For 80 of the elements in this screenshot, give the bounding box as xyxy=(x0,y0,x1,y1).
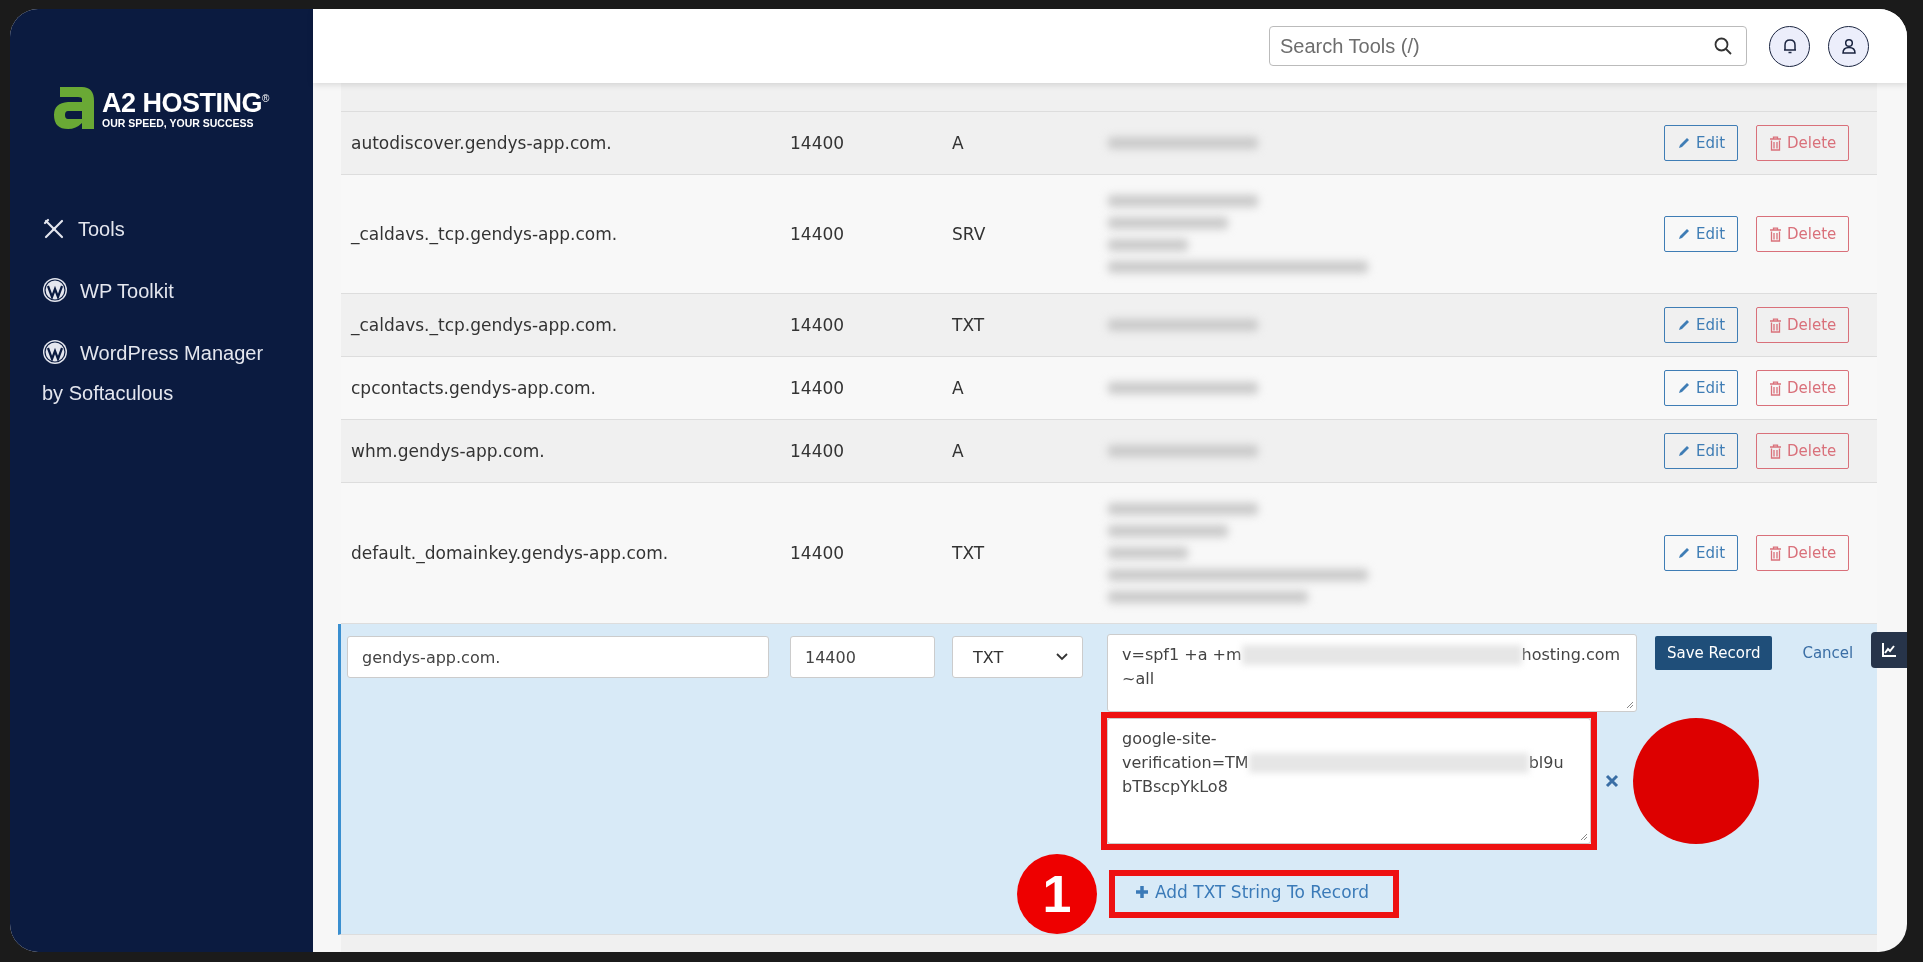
pencil-icon xyxy=(1677,136,1691,150)
resize-grip-icon xyxy=(1578,831,1588,841)
wordpress-icon xyxy=(42,339,68,365)
search-icon xyxy=(1713,36,1733,56)
txt-string-textarea[interactable]: google-site- verification=TM bl9u bTBscpYkLo8 xyxy=(1107,718,1591,844)
trash-icon xyxy=(1769,545,1783,561)
edit-button[interactable]: Edit xyxy=(1664,307,1739,343)
account-button[interactable] xyxy=(1828,25,1869,67)
delete-button[interactable]: Delete xyxy=(1756,535,1850,571)
pencil-icon xyxy=(1677,444,1691,458)
edit-button[interactable]: Edit xyxy=(1664,370,1739,406)
delete-button[interactable]: Delete xyxy=(1756,125,1850,161)
remove-string-button[interactable] xyxy=(1605,774,1619,788)
table-cell-text: A xyxy=(952,132,965,155)
textarea-text: verification=TM xyxy=(1122,752,1249,774)
table-cell-text: _caldavs._tcp.gendys-app.com. xyxy=(349,223,619,247)
textarea-text: google-site- xyxy=(1122,728,1217,750)
edit-button[interactable]: Edit xyxy=(1664,216,1739,252)
delete-button[interactable]: Delete xyxy=(1756,433,1850,469)
add-txt-string-link[interactable]: Add TXT String To Record xyxy=(1135,882,1369,902)
table-cell-text: 14400 xyxy=(790,223,846,246)
table-cell-text: 14400 xyxy=(790,377,846,400)
wordpress-icon xyxy=(42,277,68,303)
logo-text: A2 HOSTING$^{®}$ xyxy=(102,87,269,117)
step-marker: 1 xyxy=(1017,854,1097,934)
table-cell-text: 14400 xyxy=(790,542,846,565)
table-cell-text: TXT xyxy=(952,314,986,337)
pencil-icon xyxy=(1677,318,1691,332)
txt-string-textarea[interactable]: v=spf1 +a +m hosting.com ~all xyxy=(1107,634,1637,712)
sidebar-item[interactable]: WordPress Manager by Softaculous xyxy=(42,333,282,413)
pencil-icon xyxy=(1677,227,1691,241)
table-cell-text: default._domainkey.gendys-app.com. xyxy=(350,542,670,566)
delete-button[interactable]: Delete xyxy=(1756,216,1850,252)
user-icon xyxy=(1839,37,1858,55)
table-cell-text: SRV xyxy=(952,223,987,246)
pencil-icon xyxy=(1677,546,1691,560)
trash-icon xyxy=(1769,317,1783,333)
table-cell-text: 14400 xyxy=(790,440,846,463)
textarea-text: hosting.com xyxy=(1521,644,1621,666)
registered-mark: ® xyxy=(262,93,269,104)
ttl-input[interactable]: 14400 xyxy=(790,636,935,678)
textarea-text: bl9u xyxy=(1528,752,1564,774)
save-record-button[interactable]: Save Record xyxy=(1655,636,1773,670)
sidebar-item[interactable]: Tools xyxy=(42,209,282,249)
delete-button[interactable]: Delete xyxy=(1756,370,1850,406)
sidebar-item[interactable]: WP Toolkit xyxy=(42,271,282,311)
table-cell-text: _caldavs._tcp.gendys-app.com. xyxy=(349,314,619,338)
table-cell-text: cpcontacts.gendys-app.com. xyxy=(350,377,597,400)
table-cell-text: whm.gendys-app.com. xyxy=(350,440,546,463)
trash-icon xyxy=(1769,226,1783,242)
stats-tab[interactable] xyxy=(1871,632,1907,668)
trash-icon xyxy=(1769,380,1783,396)
table-cell-text: 14400 xyxy=(790,132,846,155)
delete-button[interactable]: Delete xyxy=(1756,307,1850,343)
pencil-icon xyxy=(1677,381,1691,395)
type-select[interactable]: TXT xyxy=(952,636,1083,678)
close-icon xyxy=(1605,774,1619,788)
table-cell-text: TXT xyxy=(952,542,986,565)
table-cell-text: 14400 xyxy=(790,314,846,337)
plus-icon xyxy=(1135,885,1149,899)
trash-icon xyxy=(1769,135,1783,151)
trash-icon xyxy=(1769,443,1783,459)
logo-tagline: OUR SPEED, YOUR SUCCESS xyxy=(102,117,255,129)
edit-button[interactable]: Edit xyxy=(1664,535,1739,571)
chart-icon xyxy=(1881,642,1897,658)
name-input[interactable]: gendys-app.com. xyxy=(347,636,769,678)
textarea-text: v=spf1 +a +m xyxy=(1122,644,1242,666)
textarea-text: bTBscpYkLo8 xyxy=(1122,776,1228,798)
chevron-down-icon xyxy=(1056,653,1068,661)
search-field[interactable]: Search Tools (/) xyxy=(1269,26,1747,66)
edit-button[interactable]: Edit xyxy=(1664,125,1739,161)
resize-grip-icon xyxy=(1624,699,1634,709)
cancel-link[interactable]: Cancel xyxy=(1802,636,1854,670)
table-cell-text: autodiscover.gendys-app.com. xyxy=(350,132,613,155)
table-cell-text: A xyxy=(952,377,965,400)
table-cell-text: A xyxy=(952,440,965,463)
edit-button[interactable]: Edit xyxy=(1664,433,1739,469)
textarea-text: ~all xyxy=(1122,668,1155,690)
tools-icon xyxy=(42,217,66,241)
notifications-button[interactable] xyxy=(1769,25,1810,67)
